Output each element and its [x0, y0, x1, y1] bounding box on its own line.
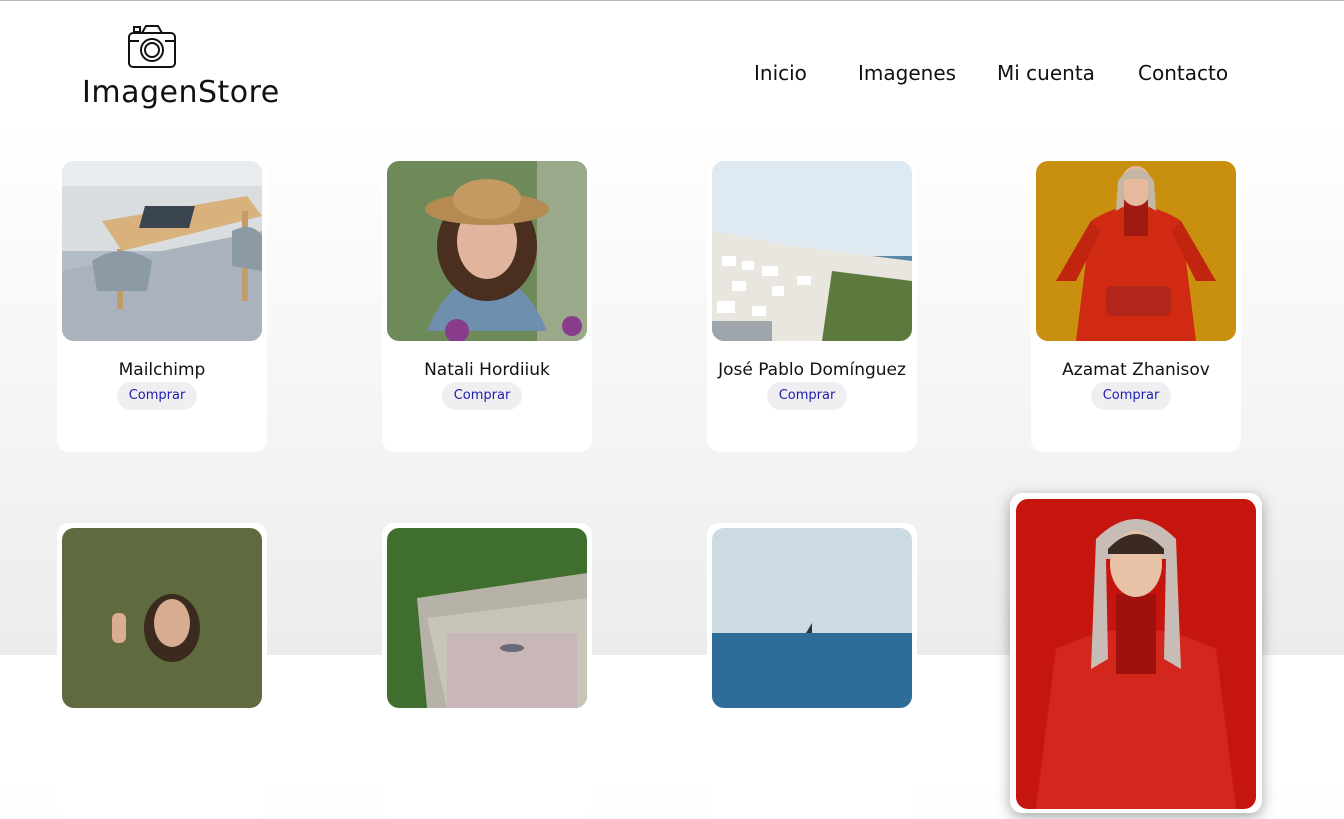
product-image[interactable] — [1016, 499, 1256, 809]
product-card — [707, 523, 917, 819]
product-card — [57, 523, 267, 819]
product-card: Mailchimp Comprar — [57, 156, 267, 452]
nav-contacto[interactable]: Contacto — [1138, 61, 1228, 85]
site-header: ImagenStore Inicio Imagenes Mi cuenta Co… — [0, 1, 1344, 126]
product-name: Azamat Zhanisov — [1062, 360, 1210, 380]
nav-mi-cuenta[interactable]: Mi cuenta — [997, 61, 1095, 85]
nav-inicio[interactable]: Inicio — [754, 61, 807, 85]
product-card: Azamat Zhanisov Comprar — [1031, 156, 1241, 452]
product-image[interactable] — [387, 528, 587, 708]
product-card — [1010, 493, 1262, 813]
nav-imagenes[interactable]: Imagenes — [858, 61, 956, 85]
buy-button[interactable]: Comprar — [117, 382, 197, 410]
product-image[interactable] — [712, 161, 912, 341]
camera-icon — [128, 25, 176, 68]
product-name: José Pablo Domínguez — [718, 360, 906, 380]
product-image[interactable] — [387, 161, 587, 341]
product-card: José Pablo Domínguez Comprar — [707, 156, 917, 452]
product-name: Mailchimp — [118, 360, 206, 380]
buy-button[interactable]: Comprar — [1091, 382, 1171, 410]
product-image[interactable] — [62, 528, 262, 708]
brand-logo[interactable]: ImagenStore — [82, 21, 279, 116]
brand-name: ImagenStore — [82, 75, 280, 110]
product-image[interactable] — [62, 161, 262, 341]
product-image[interactable] — [712, 528, 912, 708]
product-card — [382, 523, 592, 819]
product-image[interactable] — [1036, 161, 1236, 341]
product-card: Natali Hordiiuk Comprar — [382, 156, 592, 452]
buy-button[interactable]: Comprar — [442, 382, 522, 410]
product-name: Natali Hordiiuk — [424, 360, 550, 380]
buy-button[interactable]: Comprar — [767, 382, 847, 410]
